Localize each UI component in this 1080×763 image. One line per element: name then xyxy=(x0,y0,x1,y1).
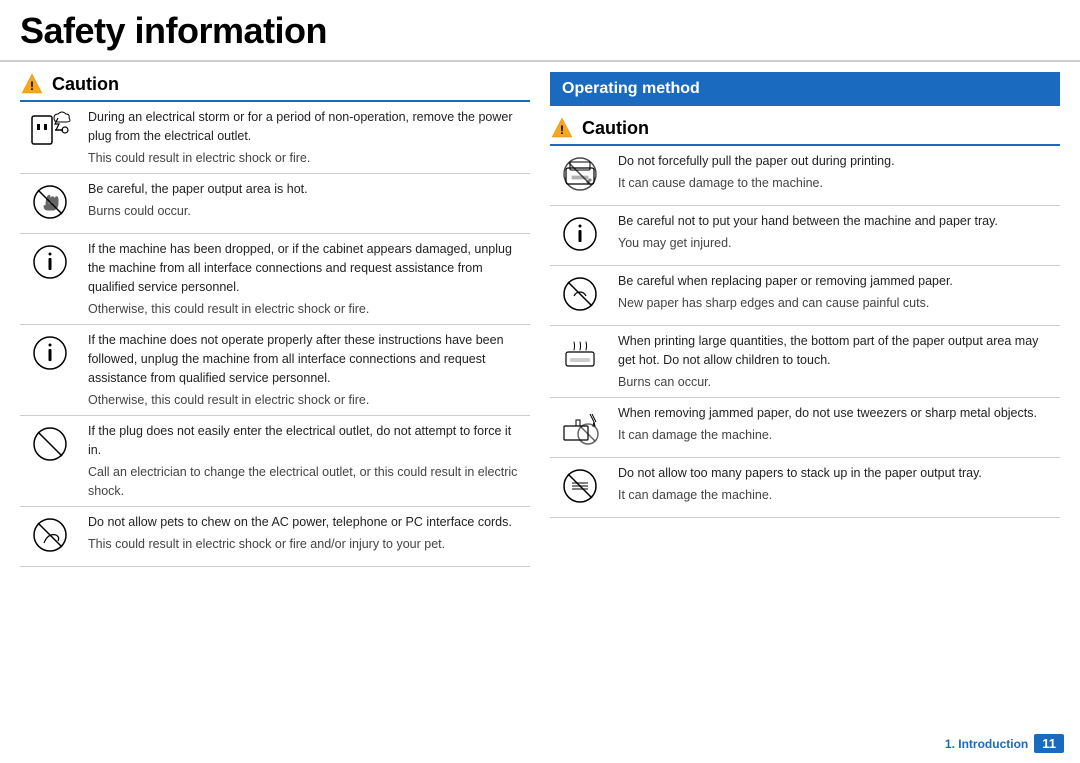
right-caution-label: Caution xyxy=(582,118,649,139)
rrow5-secondary: It can damage the machine. xyxy=(618,426,1052,445)
table-row: Be careful, the paper output area is hot… xyxy=(20,174,530,234)
table-row: Be careful when replacing paper or remov… xyxy=(550,266,1060,326)
icon-cell xyxy=(550,458,610,518)
text-cell: When printing large quantities, the bott… xyxy=(610,326,1060,398)
hand-tray-icon xyxy=(558,212,602,256)
svg-text:!: ! xyxy=(560,123,564,137)
icon-cell xyxy=(20,416,80,507)
svg-text:!: ! xyxy=(30,79,34,93)
table-row: Do not forcefully pull the paper out dur… xyxy=(550,146,1060,206)
icon-cell xyxy=(550,398,610,458)
page-header: Safety information xyxy=(0,0,1080,62)
no-force-plug-icon xyxy=(28,422,72,466)
row6-secondary: This could result in electric shock or f… xyxy=(88,535,522,554)
table-row: If the plug does not easily enter the el… xyxy=(20,416,530,507)
table-row: If the machine does not operate properly… xyxy=(20,325,530,416)
hot-output-icon xyxy=(28,180,72,224)
table-row: When removing jammed paper, do not use t… xyxy=(550,398,1060,458)
table-row: During an electrical storm or for a peri… xyxy=(20,102,530,174)
caution-icon-right: ! xyxy=(550,116,574,140)
icon-cell xyxy=(550,146,610,206)
table-row: If the machine has been dropped, or if t… xyxy=(20,234,530,325)
text-cell: Do not allow too many papers to stack up… xyxy=(610,458,1060,518)
icon-cell xyxy=(20,174,80,234)
rrow4-secondary: Burns can occur. xyxy=(618,373,1052,392)
op-method-heading: Operating method xyxy=(550,72,1060,106)
rrow2-main: Be careful not to put your hand between … xyxy=(618,212,1052,231)
text-cell: Do not allow pets to chew on the AC powe… xyxy=(80,507,530,567)
text-cell: Do not forcefully pull the paper out dur… xyxy=(610,146,1060,206)
text-cell: Be careful, the paper output area is hot… xyxy=(80,174,530,234)
text-cell: During an electrical storm or for a peri… xyxy=(80,102,530,174)
table-row: Do not allow too many papers to stack up… xyxy=(550,458,1060,518)
rrow1-main: Do not forcefully pull the paper out dur… xyxy=(618,152,1052,171)
text-cell: When removing jammed paper, do not use t… xyxy=(610,398,1060,458)
row2-secondary: Burns could occur. xyxy=(88,202,522,221)
icon-cell xyxy=(20,325,80,416)
no-tweezers-icon xyxy=(558,404,602,448)
text-cell: If the machine does not operate properly… xyxy=(80,325,530,416)
row2-main: Be careful, the paper output area is hot… xyxy=(88,180,522,199)
page-title: Safety information xyxy=(20,10,1060,52)
left-caution-heading: ! Caution xyxy=(20,72,530,96)
rrow2-secondary: You may get injured. xyxy=(618,234,1052,253)
hot-bottom-icon xyxy=(558,332,602,376)
row3-secondary: Otherwise, this could result in electric… xyxy=(88,300,522,319)
row5-secondary: Call an electrician to change the electr… xyxy=(88,463,522,501)
text-cell: Be careful not to put your hand between … xyxy=(610,206,1060,266)
left-info-table: During an electrical storm or for a peri… xyxy=(20,102,530,567)
no-jammed-icon xyxy=(558,272,602,316)
icon-cell xyxy=(20,507,80,567)
icon-cell xyxy=(550,206,610,266)
rrow5-main: When removing jammed paper, do not use t… xyxy=(618,404,1052,423)
caution-icon-left: ! xyxy=(20,72,44,96)
text-cell: If the plug does not easily enter the el… xyxy=(80,416,530,507)
power-storm-icon xyxy=(28,108,72,152)
rrow6-secondary: It can damage the machine. xyxy=(618,486,1052,505)
table-row: Be careful not to put your hand between … xyxy=(550,206,1060,266)
icon-cell xyxy=(550,326,610,398)
not-operate-icon xyxy=(28,331,72,375)
rrow3-secondary: New paper has sharp edges and can cause … xyxy=(618,294,1052,313)
table-row: When printing large quantities, the bott… xyxy=(550,326,1060,398)
row1-secondary: This could result in electric shock or f… xyxy=(88,149,522,168)
rrow4-main: When printing large quantities, the bott… xyxy=(618,332,1052,370)
icon-cell xyxy=(550,266,610,326)
table-row: Do not allow pets to chew on the AC powe… xyxy=(20,507,530,567)
left-caution-label: Caution xyxy=(52,74,119,95)
rrow3-main: Be careful when replacing paper or remov… xyxy=(618,272,1052,291)
content-area: ! Caution xyxy=(0,62,1080,577)
no-stack-icon xyxy=(558,464,602,508)
row1-main: During an electrical storm or for a peri… xyxy=(88,108,522,146)
footer-page-number: 11 xyxy=(1034,734,1064,753)
text-cell: Be careful when replacing paper or remov… xyxy=(610,266,1060,326)
no-pull-paper-icon xyxy=(558,152,602,196)
right-info-table: Do not forcefully pull the paper out dur… xyxy=(550,146,1060,518)
right-column: Operating method ! Caution xyxy=(550,72,1060,567)
no-pets-icon xyxy=(28,513,72,557)
row6-main: Do not allow pets to chew on the AC powe… xyxy=(88,513,522,532)
icon-cell xyxy=(20,234,80,325)
footer-section-label: 1. Introduction xyxy=(945,737,1028,751)
right-caution-heading: ! Caution xyxy=(550,116,1060,140)
rrow6-main: Do not allow too many papers to stack up… xyxy=(618,464,1052,483)
row4-secondary: Otherwise, this could result in electric… xyxy=(88,391,522,410)
row3-main: If the machine has been dropped, or if t… xyxy=(88,240,522,296)
text-cell: If the machine has been dropped, or if t… xyxy=(80,234,530,325)
page-footer: 1. Introduction 11 xyxy=(945,734,1064,753)
drop-service-icon xyxy=(28,240,72,284)
icon-cell xyxy=(20,102,80,174)
rrow1-secondary: It can cause damage to the machine. xyxy=(618,174,1052,193)
left-column: ! Caution xyxy=(20,72,530,567)
row4-main: If the machine does not operate properly… xyxy=(88,331,522,387)
row5-main: If the plug does not easily enter the el… xyxy=(88,422,522,460)
